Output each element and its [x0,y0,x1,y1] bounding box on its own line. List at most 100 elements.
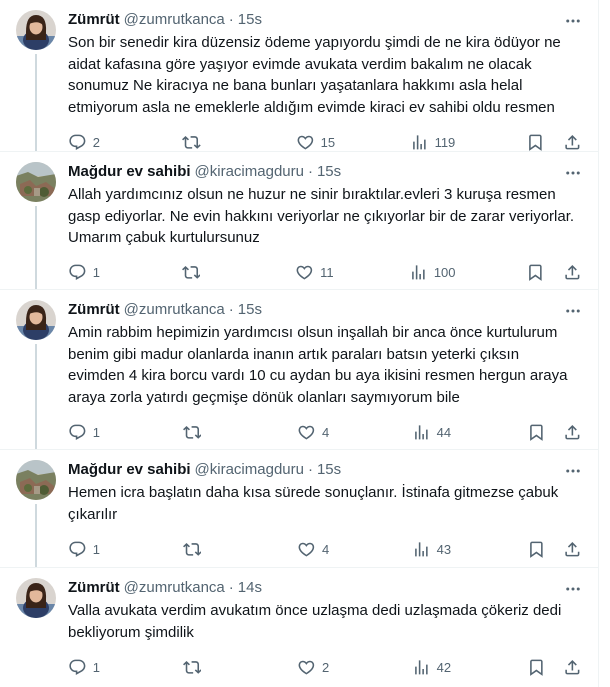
bookmark-button[interactable] [527,540,546,559]
separator: · [228,579,234,596]
tweet[interactable]: Mağdur ev sahibi @kiracimagduru · 15s He… [0,450,598,568]
tweet[interactable]: Mağdur ev sahibi @kiracimagduru · 15s Al… [0,152,598,290]
views-button[interactable]: 119 [410,133,455,152]
retweet-button[interactable] [182,540,226,559]
more-dots-icon [566,469,580,473]
more-options-button[interactable] [564,164,582,182]
more-options-button[interactable] [564,12,582,30]
retweet-button[interactable] [181,133,225,152]
bookmark-button[interactable] [527,423,546,442]
avatar[interactable] [16,460,56,500]
more-dots-icon [566,587,580,591]
bookmark-button[interactable] [527,658,546,677]
bookmark-button[interactable] [526,263,545,282]
retweet-button[interactable] [182,658,226,677]
timestamp[interactable]: 14s [238,578,262,598]
reply-count: 2 [92,134,100,150]
reply-icon [69,659,86,675]
retweet-button[interactable] [182,423,226,442]
timestamp[interactable]: 15s [317,460,341,480]
like-count: 4 [322,541,330,557]
heart-icon [296,265,313,280]
retweet-button[interactable] [181,263,225,282]
share-icon [565,134,580,150]
tweet[interactable]: Zümrüt @zumrutkanca · 15s Son bir senedi… [0,0,598,152]
display-name[interactable]: Zümrüt [68,578,120,598]
tweet[interactable]: Zümrüt @zumrutkanca · 14s Valla avukata … [0,568,598,687]
share-button[interactable] [563,658,582,677]
display-name[interactable]: Mağdur ev sahibi [68,162,191,182]
user-handle[interactable]: @kiracimagduru [195,460,304,480]
views-count: 43 [436,541,452,557]
share-button[interactable] [563,263,582,282]
avatar[interactable] [16,300,56,340]
like-button[interactable]: 4 [297,540,340,559]
reply-button[interactable]: 1 [68,658,111,677]
tweet-thread: Zümrüt @zumrutkanca · 15s Son bir senedi… [0,0,599,687]
like-count: 2 [322,659,330,675]
reply-count: 1 [92,541,100,557]
timestamp[interactable]: 15s [317,162,341,182]
views-chart-icon [415,541,428,557]
like-button[interactable]: 2 [297,658,340,677]
timestamp[interactable]: 15s [238,300,262,320]
retweet-icon [181,266,201,279]
tweet-text: Allah yardımcınız olsun ne huzur ne sini… [68,186,575,246]
bookmark-icon [529,134,543,151]
views-chart-icon [415,424,428,440]
timestamp[interactable]: 15s [238,10,262,30]
avatar[interactable] [16,10,56,50]
retweet-icon [181,135,201,149]
bookmark-icon [529,264,543,282]
reply-button[interactable]: 1 [68,540,111,559]
display-name[interactable]: Mağdur ev sahibi [68,460,191,480]
avatar[interactable] [16,162,56,202]
share-button[interactable] [563,133,582,152]
share-button[interactable] [563,423,582,442]
retweet-icon [182,660,202,674]
heart-icon [298,425,315,440]
user-handle[interactable]: @zumrutkanca [124,300,225,320]
display-name[interactable]: Zümrüt [68,10,120,30]
tweet[interactable]: Zümrüt @zumrutkanca · 15s Amin rabbim he… [0,290,598,450]
reply-button[interactable]: 2 [68,133,111,152]
retweet-icon [182,425,202,439]
reply-button[interactable]: 1 [68,423,111,442]
reply-count: 1 [92,265,100,280]
reply-button[interactable]: 1 [68,263,111,282]
like-count: 11 [320,265,334,280]
like-button[interactable]: 15 [296,133,339,152]
views-chart-icon [412,265,425,280]
like-button[interactable]: 4 [297,423,340,442]
more-dots-icon [566,309,580,313]
more-options-button[interactable] [564,580,582,598]
share-button[interactable] [563,540,582,559]
views-count: 44 [436,424,452,440]
tweet-text: Son bir senedir kira düzensiz ödeme yapı… [68,34,561,116]
user-handle[interactable]: @zumrutkanca [124,578,225,598]
views-button[interactable]: 44 [412,423,455,442]
avatar[interactable] [16,578,56,618]
views-button[interactable]: 100 [409,263,456,282]
tweet-actions: 1 2 42 [68,649,582,685]
more-options-button[interactable] [564,302,582,320]
bookmark-icon [529,541,543,558]
bookmark-button[interactable] [526,133,545,152]
display-name[interactable]: Zümrüt [68,300,120,320]
more-options-button[interactable] [564,462,582,480]
like-count: 15 [320,134,336,150]
views-button[interactable]: 43 [412,540,455,559]
user-handle[interactable]: @zumrutkanca [124,10,225,30]
user-handle[interactable]: @kiracimagduru [195,162,304,182]
views-button[interactable]: 42 [412,658,455,677]
reply-icon [69,134,86,150]
reply-icon [69,424,86,440]
like-button[interactable]: 11 [295,263,338,282]
share-icon [565,541,580,557]
reply-icon [69,541,86,557]
separator: · [307,163,313,180]
tweet-text: Hemen icra başlatın daha kısa sürede son… [68,484,559,523]
separator: · [228,301,234,318]
separator: · [228,11,234,28]
share-icon [565,659,580,675]
